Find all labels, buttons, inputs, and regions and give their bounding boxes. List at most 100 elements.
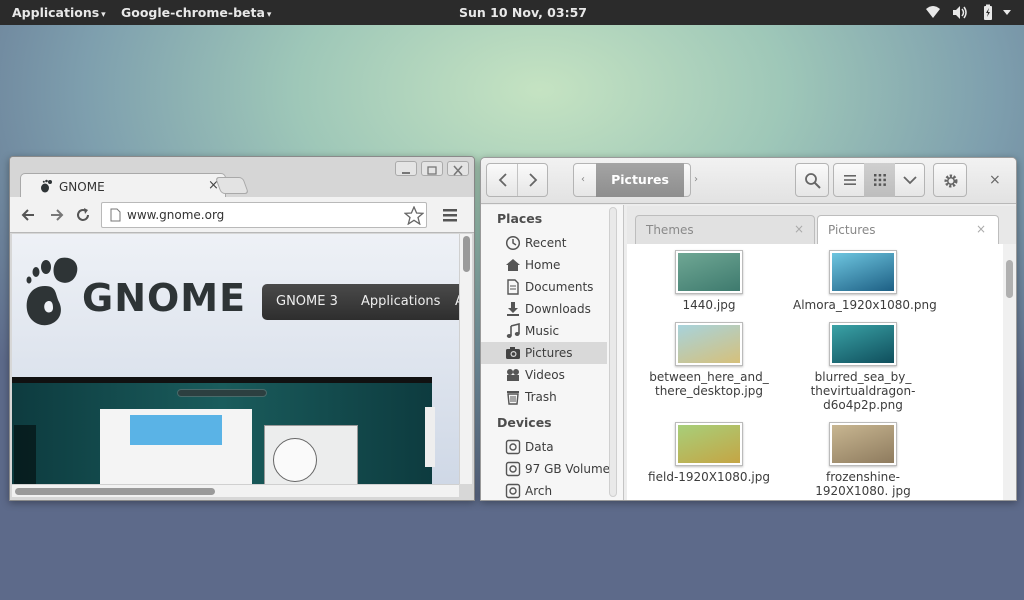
sidebar-item-music[interactable]: Music (481, 320, 607, 342)
sidebar-item-label: Recent (525, 236, 567, 250)
close-window-button[interactable] (447, 161, 469, 176)
top-bar: Applications ▾ Google-chrome-beta ▾ Sun 10… (0, 0, 1024, 25)
sidebar-item-label: Music (525, 324, 560, 338)
bookmark-star-icon[interactable] (404, 206, 424, 225)
minimize-button[interactable] (395, 161, 417, 176)
applications-label: Applications (12, 5, 100, 20)
grid-scrollbar[interactable] (1003, 244, 1016, 500)
back-icon[interactable] (495, 172, 511, 188)
wifi-icon[interactable] (924, 4, 942, 21)
sidebar-item-trash[interactable]: Trash (481, 386, 607, 408)
shot-dial (273, 438, 317, 482)
browser-tab-gnome[interactable]: GNOME × (20, 173, 226, 199)
path-right-arrow[interactable]: › (694, 174, 698, 185)
nav-applications[interactable]: Applications (361, 294, 440, 309)
home-icon (506, 259, 520, 271)
chevron-down-icon[interactable] (902, 172, 918, 188)
thumbnail-image (678, 325, 740, 363)
file-item[interactable]: 1440.jpg (639, 250, 779, 312)
chrome-window: GNOME × www.gnome.org GNOME GNOME 3 Appl… (9, 156, 475, 501)
tab-title: GNOME (59, 180, 105, 194)
search-button[interactable] (795, 163, 829, 197)
scroll-thumb[interactable] (463, 236, 470, 272)
shot-banner (130, 415, 222, 445)
view-switcher (833, 163, 925, 197)
chevron-down-icon: ▾ (101, 10, 106, 20)
devices-heading: Devices (497, 415, 552, 430)
thumbnail-image (832, 425, 894, 463)
sidebar-item-pictures[interactable]: Pictures (481, 342, 607, 364)
sidebar-item-recent[interactable]: Recent (481, 232, 607, 254)
list-view-icon[interactable] (842, 172, 858, 188)
file-thumbnail (675, 322, 743, 366)
page-icon (110, 208, 121, 222)
back-icon[interactable] (20, 206, 38, 224)
forward-icon[interactable] (525, 172, 541, 188)
shot-topbar (12, 377, 432, 383)
file-item[interactable]: field-1920X1080.jpg (639, 422, 779, 484)
tab-strip: GNOME × (10, 157, 474, 199)
file-name: blurred_sea_by_ thevirtualdragon- d6o4p2… (810, 370, 916, 412)
close-window-button[interactable]: × (989, 172, 1001, 188)
settings-button[interactable] (933, 163, 967, 197)
sidebar-item-97gb-volume[interactable]: 97 GB Volume (481, 458, 610, 480)
menu-icon[interactable] (442, 207, 458, 223)
clock[interactable]: Sun 10 Nov, 03:57 (459, 5, 587, 20)
sidebar-item-arch[interactable]: Arch (481, 480, 607, 500)
tab-pictures[interactable]: Pictures × (817, 215, 999, 245)
path-current-folder[interactable]: Pictures (596, 163, 684, 197)
file-item[interactable]: blurred_sea_by_ thevirtualdragon- d6o4p2… (793, 322, 933, 412)
thumbnail-image (678, 253, 740, 291)
grid-view-icon (874, 174, 886, 186)
volume-icon[interactable] (951, 4, 969, 21)
sidebar-scrollbar[interactable] (609, 207, 617, 497)
history-nav (486, 163, 548, 197)
maximize-button[interactable] (421, 161, 443, 176)
vertical-scrollbar[interactable] (459, 234, 472, 484)
header-bar: ‹ Pictures › × (481, 158, 1016, 204)
sidebar-item-data[interactable]: Data (481, 436, 607, 458)
forward-icon[interactable] (47, 206, 65, 224)
video-icon (507, 369, 519, 381)
tab-themes[interactable]: Themes × (635, 215, 815, 244)
sidebar-item-documents[interactable]: Documents (481, 276, 607, 298)
sidebar-item-label: Downloads (525, 302, 591, 316)
path-left-arrow[interactable]: ‹ (581, 174, 585, 185)
sidebar-item-downloads[interactable]: Downloads (481, 298, 607, 320)
sidebar-item-label: Videos (525, 368, 565, 382)
file-item[interactable]: Almora_1920x1080.png (793, 250, 937, 312)
sidebar-item-videos[interactable]: Videos (481, 364, 607, 386)
file-name: 1440.jpg (682, 298, 736, 312)
maximize-icon (427, 166, 437, 175)
tab-close-button[interactable]: × (976, 222, 986, 236)
address-bar[interactable]: www.gnome.org (101, 202, 427, 228)
battery-icon[interactable] (979, 4, 997, 21)
applications-menu[interactable]: Applications ▾ (12, 5, 106, 20)
gnome-screenshot-image (12, 377, 435, 484)
file-item[interactable]: between_here_and_ there_desktop.jpg (639, 322, 779, 398)
file-item[interactable]: frozenshine-1920X1080. jpg (793, 422, 933, 498)
sidebar-item-label: Arch (525, 484, 553, 498)
path-bar: ‹ Pictures › (573, 163, 698, 197)
places-heading: Places (497, 211, 543, 226)
sidebar-item-label: Data (525, 440, 554, 454)
music-icon (506, 323, 520, 338)
file-name: Almora_1920x1080.png (793, 298, 937, 312)
sidebar-item-home[interactable]: Home (481, 254, 607, 276)
thumbnail-image (678, 425, 740, 463)
app-menu[interactable]: Google-chrome-beta ▾ (121, 5, 271, 20)
tab-close-button[interactable]: × (794, 222, 804, 236)
horizontal-scrollbar[interactable] (12, 484, 459, 497)
grid-view-button[interactable] (864, 163, 895, 197)
close-icon (453, 165, 463, 176)
sidebar-item-label: Documents (525, 280, 594, 294)
reload-icon[interactable] (74, 206, 92, 224)
shot-search (177, 389, 267, 397)
nav-gnome3[interactable]: GNOME 3 (276, 294, 338, 309)
tab-label: Pictures (828, 223, 876, 237)
scroll-thumb[interactable] (15, 488, 215, 495)
scroll-thumb[interactable] (1006, 260, 1013, 298)
files-window: ‹ Pictures › × Places Recent Home Docume… (480, 157, 1017, 501)
new-tab-button[interactable] (214, 177, 250, 194)
system-menu-icon[interactable] (998, 4, 1016, 21)
